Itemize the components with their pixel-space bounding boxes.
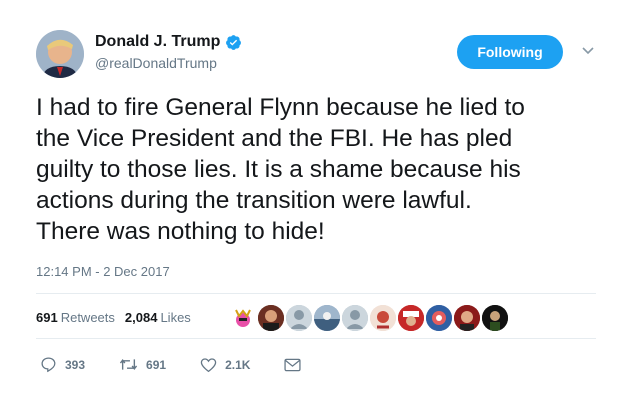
- avatar-1[interactable]: [230, 305, 256, 331]
- envelope-icon: [284, 358, 301, 372]
- following-button[interactable]: Following: [457, 35, 563, 69]
- tweet-card: Donald J. Trump @realDonaldTrump Followi…: [0, 0, 630, 401]
- liker-avatars: [230, 305, 508, 331]
- author-name-row[interactable]: Donald J. Trump: [95, 33, 242, 51]
- retweet-stat[interactable]: 691 Retweets: [36, 310, 115, 325]
- reply-count: 393: [65, 357, 86, 372]
- retweet-action-count: 691: [146, 357, 167, 372]
- heart-icon: [200, 357, 217, 373]
- divider-bottom: [36, 338, 596, 339]
- avatar-6[interactable]: [370, 305, 396, 331]
- likes-label: Likes: [160, 310, 191, 325]
- avatar-8[interactable]: [426, 305, 452, 331]
- tweet-actions: 393 691 2.1K: [40, 356, 335, 373]
- like-button[interactable]: 2.1K: [200, 357, 250, 373]
- reply-button[interactable]: 393: [40, 356, 85, 373]
- likes-count: 2,084: [124, 310, 158, 325]
- avatar-9[interactable]: [454, 305, 480, 331]
- profile-avatar[interactable]: [36, 30, 84, 78]
- avatar-7[interactable]: [398, 305, 424, 331]
- tweet-text: I had to fire General Flynn because he l…: [36, 94, 525, 245]
- retweet-icon: [119, 356, 138, 373]
- avatar-10[interactable]: [482, 305, 508, 331]
- avatar-2[interactable]: [258, 305, 284, 331]
- author-handle[interactable]: @realDonaldTrump: [95, 55, 217, 71]
- retweet-button[interactable]: 691: [119, 356, 166, 373]
- retweet-label: Retweets: [60, 310, 115, 325]
- avatar-3[interactable]: [286, 305, 312, 331]
- divider-top: [36, 293, 596, 294]
- avatar-5[interactable]: [342, 305, 368, 331]
- message-button[interactable]: [284, 358, 301, 372]
- likes-stat[interactable]: 2,084 Likes: [125, 310, 191, 325]
- reply-icon: [40, 356, 57, 373]
- chevron-down-icon[interactable]: [581, 44, 595, 58]
- retweet-count: 691: [36, 310, 58, 325]
- like-count: 2.1K: [225, 357, 251, 372]
- author-name[interactable]: Donald J. Trump: [95, 33, 220, 51]
- avatar-4[interactable]: [314, 305, 340, 331]
- verified-badge-icon: [225, 34, 242, 51]
- tweet-stats: 691 Retweets 2,084 Likes: [36, 310, 191, 325]
- tweet-timestamp[interactable]: 12:14 PM - 2 Dec 2017: [36, 264, 170, 279]
